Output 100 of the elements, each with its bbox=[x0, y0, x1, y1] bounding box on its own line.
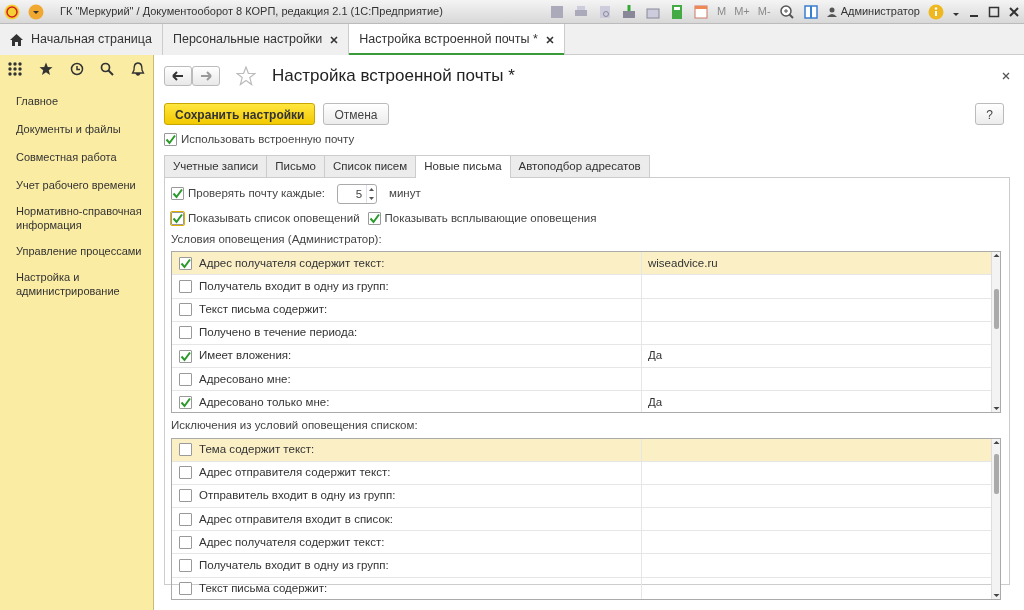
window-tab[interactable]: Настройка встроенной почты * bbox=[349, 24, 565, 55]
form-title: Настройка встроенной почты * bbox=[272, 65, 515, 87]
table-row[interactable]: Получено в течение периода: bbox=[172, 321, 991, 345]
scrollbar[interactable] bbox=[991, 438, 1000, 599]
table-row[interactable]: Имеет вложения: Да bbox=[172, 345, 991, 369]
sidebar-item[interactable]: Главное bbox=[0, 87, 153, 115]
checkbox[interactable] bbox=[179, 280, 192, 294]
check-icon bbox=[368, 212, 380, 224]
cancel-button[interactable]: Отмена bbox=[323, 102, 389, 125]
window-title: ГК "Меркурий" / Документооборот 8 КОРП, редакция 2.1 (1С:Предприятие) bbox=[60, 4, 443, 20]
sidebar-item[interactable]: Настройка и администрирование bbox=[0, 265, 153, 303]
sidebar-item[interactable]: Нормативно-справочная информация bbox=[0, 199, 153, 237]
check-icon bbox=[172, 212, 183, 224]
checkbox[interactable] bbox=[171, 187, 184, 201]
table-row[interactable]: Получатель входит в одну из групп: bbox=[172, 275, 991, 299]
checkbox[interactable] bbox=[179, 349, 192, 363]
sidebar-item[interactable]: Совместная работа bbox=[0, 143, 153, 171]
bell-icon[interactable] bbox=[131, 62, 145, 76]
checkbox[interactable] bbox=[171, 211, 184, 225]
form-tab[interactable]: Автоподбор адресатов bbox=[509, 154, 650, 177]
close-icon[interactable] bbox=[330, 35, 339, 44]
check-icon bbox=[172, 188, 183, 200]
favorites-icon[interactable] bbox=[38, 62, 53, 76]
checkbox[interactable] bbox=[179, 582, 192, 596]
table-row[interactable]: Адрес отправителя входит в список: bbox=[172, 508, 991, 532]
form-tab[interactable]: Учетные записи bbox=[164, 154, 268, 177]
table-cell-text: Адрес получателя содержит текст: bbox=[199, 534, 385, 550]
checkbox-label: Проверять почту каждые: bbox=[188, 186, 326, 202]
checkbox[interactable] bbox=[164, 132, 177, 146]
help-button[interactable]: ? bbox=[975, 102, 1004, 125]
checkbox[interactable] bbox=[179, 489, 192, 503]
search-icon[interactable] bbox=[100, 62, 115, 76]
table-row[interactable]: Адрес отправителя содержит текст: bbox=[172, 461, 991, 485]
panels-icon[interactable] bbox=[802, 3, 819, 20]
table-cell-text: Имеет вложения: bbox=[199, 348, 292, 364]
table-row[interactable]: Адресовано мне: bbox=[172, 368, 991, 392]
interval-spinner[interactable]: 5 bbox=[337, 183, 378, 204]
scrollbar[interactable] bbox=[991, 252, 1000, 413]
close-icon[interactable] bbox=[545, 35, 554, 44]
sidebar-item[interactable]: Документы и файлы bbox=[0, 115, 153, 143]
history-icon[interactable] bbox=[69, 62, 84, 76]
table-cell-text: Текст письма содержит: bbox=[199, 302, 328, 318]
checkbox[interactable] bbox=[179, 326, 192, 340]
checkbox[interactable] bbox=[179, 535, 192, 549]
check-icon bbox=[165, 133, 176, 145]
form-tab[interactable]: Новые письма bbox=[415, 154, 511, 178]
checkbox[interactable] bbox=[179, 256, 192, 270]
back-button[interactable] bbox=[164, 65, 192, 86]
table-row[interactable]: Адрес получателя содержит текст: bbox=[172, 531, 991, 555]
checkbox-label: Использовать встроенную почту bbox=[181, 131, 355, 147]
calendar-icon[interactable] bbox=[693, 3, 710, 20]
table-cell-text: Получатель входит в одну из групп: bbox=[199, 557, 389, 573]
table-row[interactable]: Получатель входит в одну из групп: bbox=[172, 554, 991, 578]
checkbox[interactable] bbox=[179, 512, 192, 526]
table-row[interactable]: Отправитель входит в одну из групп: bbox=[172, 484, 991, 509]
close-icon[interactable] bbox=[1002, 71, 1010, 80]
save-button[interactable]: Сохранить настройки bbox=[164, 102, 316, 125]
sidebar-item[interactable]: Учет рабочего времени bbox=[0, 171, 153, 199]
user-name[interactable]: Администратор bbox=[840, 3, 920, 20]
tab-label: Начальная страница bbox=[31, 31, 152, 49]
user-icon bbox=[826, 6, 837, 17]
sidebar-item[interactable]: Управление процессами bbox=[0, 237, 153, 265]
up-arrow-icon bbox=[992, 438, 1000, 446]
table-cell-text: Адресовано только мне: bbox=[199, 394, 330, 410]
window-tab[interactable]: Персональные настройки bbox=[162, 24, 350, 55]
checkbox[interactable] bbox=[179, 303, 192, 317]
section-label: Исключения из условий оповещения списком: bbox=[171, 418, 419, 434]
checkbox-label: Показывать список оповещений bbox=[188, 210, 360, 226]
form-tab[interactable]: Письмо bbox=[266, 154, 325, 177]
star-icon[interactable] bbox=[236, 65, 256, 86]
zoom-icon[interactable] bbox=[778, 3, 795, 20]
table-cell: Да bbox=[648, 349, 663, 362]
table-cell-text: Адрес отправителя входит в список: bbox=[199, 511, 394, 527]
home-icon bbox=[10, 33, 23, 46]
check-icon bbox=[180, 257, 191, 269]
forward-arrow-icon bbox=[200, 70, 212, 81]
table-cell-text: Адресовано мне: bbox=[199, 371, 291, 387]
checkbox[interactable] bbox=[179, 559, 192, 573]
checkbox[interactable] bbox=[179, 443, 192, 457]
table-cell-text: Получатель входит в одну из групп: bbox=[199, 278, 389, 294]
checkbox[interactable] bbox=[179, 466, 192, 480]
unit-label: минут bbox=[389, 186, 421, 202]
checkbox[interactable] bbox=[179, 395, 192, 409]
table-row[interactable]: Текст письма содержит: bbox=[172, 298, 991, 322]
table-cell-text: Адрес получателя содержит текст: bbox=[199, 255, 385, 271]
table-row[interactable]: Адрес получателя содержит текст: wiseadvice.ru bbox=[172, 252, 991, 276]
table-row[interactable]: Тема содержит текст: bbox=[172, 438, 991, 462]
checkbox[interactable] bbox=[367, 211, 381, 225]
table-cell-text: Получено в течение периода: bbox=[199, 325, 358, 341]
table-cell-text: Текст письма содержит: bbox=[199, 581, 328, 597]
checkbox[interactable] bbox=[179, 372, 192, 386]
check-icon bbox=[180, 396, 191, 408]
section-label: Условия оповещения (Администратор): bbox=[171, 232, 383, 247]
form-tab[interactable]: Список писем bbox=[324, 154, 417, 177]
apps-icon[interactable] bbox=[8, 62, 22, 76]
tab-label: Персональные настройки bbox=[172, 31, 323, 49]
checkbox-label: Показывать всплывающие оповещения bbox=[384, 210, 597, 226]
dropdown-icon[interactable] bbox=[28, 3, 44, 20]
window-tab[interactable]: Начальная страница bbox=[0, 24, 163, 55]
app-logo-icon bbox=[4, 3, 20, 20]
